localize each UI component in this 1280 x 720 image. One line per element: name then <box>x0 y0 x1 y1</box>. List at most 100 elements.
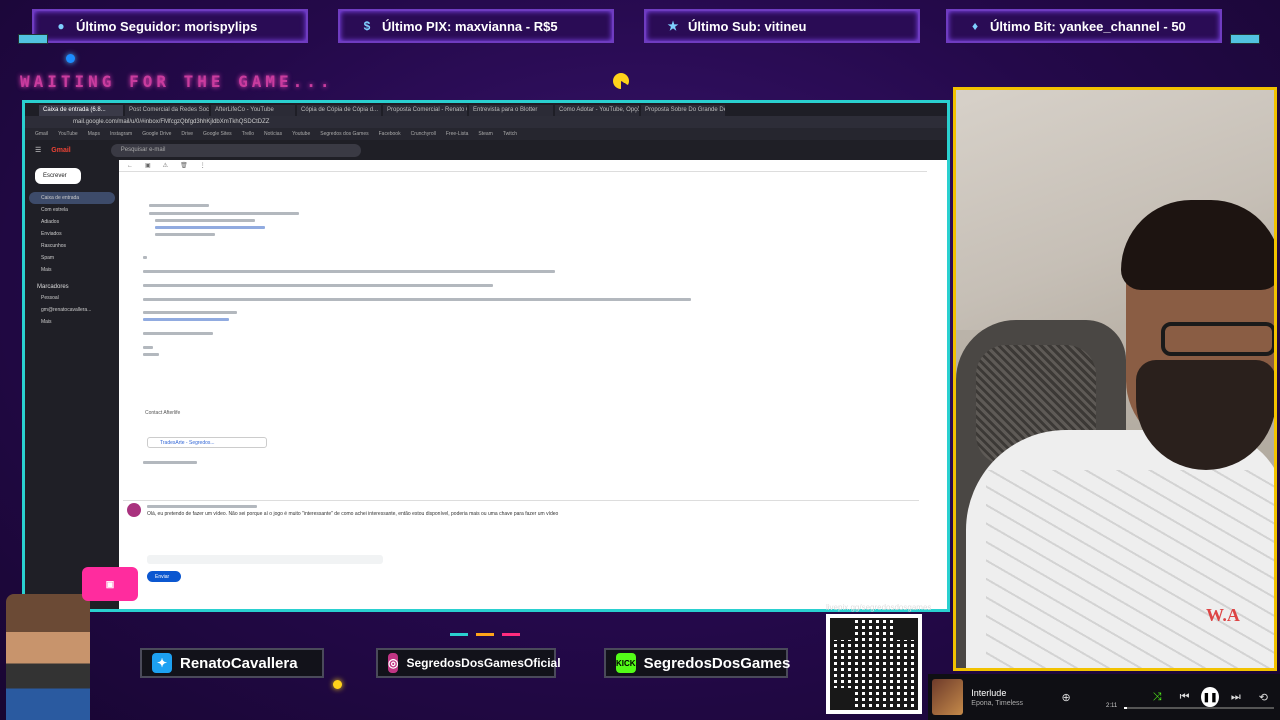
formatting-toolbar[interactable] <box>147 555 383 564</box>
sender-name[interactable]: Contact Afterlife <box>145 410 180 416</box>
track-artist: Epona, Timeless <box>971 699 1024 707</box>
bookmark[interactable]: Steam <box>478 131 492 137</box>
pixel-avatar <box>6 594 90 720</box>
pixel-logo: ▣ <box>82 567 138 601</box>
text-line <box>143 270 555 273</box>
pause-button[interactable]: ❚❚ <box>1201 687 1219 707</box>
reply-body[interactable]: Olá, eu pretendo de fazer um vídeo. Não … <box>147 511 558 517</box>
mail-toolbar: ← ▣ ⚠ 🗑 ⋮ <box>119 160 927 172</box>
next-icon[interactable]: ⏭ <box>1231 691 1241 704</box>
text-line <box>143 298 691 301</box>
bookmark[interactable]: YouTube <box>58 131 78 137</box>
address-bar[interactable]: mail.google.com/mail/u/0/#inbox/FMfcgzQb… <box>25 116 947 128</box>
bookmarks-bar: Gmail YouTube Maps Instagram Google Driv… <box>25 128 947 140</box>
search-input[interactable]: Pesquisar e-mail <box>110 143 361 157</box>
decor-dot <box>66 54 75 63</box>
archive-icon[interactable]: ▣ <box>145 162 151 169</box>
decor-dot <box>333 680 342 689</box>
back-icon[interactable]: ← <box>127 163 133 169</box>
shirt-logo: W.A <box>1206 605 1240 625</box>
delete-icon[interactable]: 🗑 <box>180 162 188 169</box>
sidebar-item-spam[interactable]: Spam <box>29 252 115 264</box>
sidebar-item-inbox[interactable]: Caixa de entrada <box>29 192 115 204</box>
sidebar-item-sent[interactable]: Enviados <box>29 228 115 240</box>
browser-tab[interactable]: Como Adotar - YouTube, Opções <box>555 105 639 116</box>
alert-text: Último PIX: maxvianna - R$5 <box>382 18 558 34</box>
gmail-header: ☰ Gmail Pesquisar e-mail <box>25 140 947 160</box>
compose-button[interactable]: Escrever <box>35 168 81 184</box>
label-item[interactable]: Pessoal <box>29 292 115 304</box>
browser-tab[interactable]: AfterLifeCo - YouTube <box>211 105 295 116</box>
music-player: Interlude Epona, Timeless ⊕ ⤨ ⏮ ❚❚ ⏭ ⟲ 2… <box>928 674 1280 720</box>
browser-tab[interactable]: Post Comercial da Redes Sociais <box>125 105 209 116</box>
bookmark[interactable]: Facebook <box>379 131 401 137</box>
previous-icon[interactable]: ⏮ <box>1180 691 1190 704</box>
repeat-icon[interactable]: ⟲ <box>1259 691 1268 704</box>
report-icon[interactable]: ⚠ <box>163 162 168 169</box>
text-line <box>143 318 229 321</box>
bookmark[interactable]: Segredos dos Games <box>320 131 368 137</box>
album-cover <box>932 679 964 715</box>
social-twitter: ✦ RenatoCavallera <box>140 648 324 678</box>
kick-icon: KICK <box>616 653 636 673</box>
labels-title: Marcadores <box>37 284 69 290</box>
track-title: Interlude <box>971 687 1007 698</box>
sidebar-item-more[interactable]: Mais <box>29 264 115 276</box>
text-line <box>155 226 265 229</box>
text-line <box>143 256 147 259</box>
bookmark[interactable]: Gmail <box>35 131 48 137</box>
bookmark[interactable]: Drive <box>181 131 193 137</box>
gmail-logo[interactable]: Gmail <box>51 147 70 154</box>
add-icon[interactable]: ⊕ <box>1062 691 1071 704</box>
browser-tab[interactable]: Proposta Sobre Do Grande De... <box>641 105 725 116</box>
label-item[interactable]: Mais <box>29 316 115 328</box>
dollar-icon: $ <box>363 19 371 33</box>
browser-tab[interactable]: Entrevista para o Blotter <box>469 105 553 116</box>
bookmark[interactable]: Notícias <box>264 131 282 137</box>
cam-glasses <box>1161 322 1274 356</box>
twitter-icon: ✦ <box>152 653 172 673</box>
text-line <box>143 461 197 464</box>
bookmark[interactable]: Free-Lista <box>446 131 469 137</box>
browser-tab[interactable]: Cópia de Cópia de Cópia d... <box>297 105 381 116</box>
decor-line <box>476 633 494 636</box>
sidebar-item-drafts[interactable]: Rascunhos <box>29 240 115 252</box>
browser-tab[interactable]: Proposta Comercial - Renato C... <box>383 105 467 116</box>
bookmark[interactable]: Youtube <box>292 131 310 137</box>
waiting-title: WAITING FOR THE GAME... <box>20 72 334 91</box>
alert-text: Último Bit: yankee_channel - 50 <box>990 18 1186 34</box>
menu-icon[interactable]: ☰ <box>35 146 41 154</box>
alert-text: Último Seguidor: morispylips <box>76 18 258 34</box>
bookmark[interactable]: Twitch <box>503 131 517 137</box>
bookmark[interactable]: Google Drive <box>142 131 171 137</box>
progress-bar[interactable] <box>1124 707 1274 709</box>
instagram-icon: ◎ <box>388 653 399 673</box>
alert-text: Último Sub: vitineu <box>688 18 807 34</box>
bookmark[interactable]: Trello <box>242 131 254 137</box>
text-line <box>155 219 255 222</box>
browser-tab[interactable]: Caixa de entrada (6.8... <box>39 105 123 116</box>
bookmark[interactable]: Maps <box>88 131 100 137</box>
attachment-chip[interactable]: TradesArte - Segredos... <box>147 437 267 448</box>
shuffle-icon[interactable]: ⤨ <box>1153 691 1162 704</box>
track-time: 2:11 <box>1106 703 1118 709</box>
bookmark[interactable]: Google Sites <box>203 131 232 137</box>
social-handle: SegredosDosGames <box>643 654 791 672</box>
text-line <box>143 332 213 335</box>
bookmark[interactable]: Crunchyroll <box>411 131 436 137</box>
email-thread: ← ▣ ⚠ 🗑 ⋮ Contact Afterlife TradesArte -… <box>119 160 927 609</box>
more-icon[interactable]: ⋮ <box>200 162 206 169</box>
text-line <box>147 505 257 508</box>
qr-url: livepix.gg/segredosdosgames <box>826 603 932 612</box>
alert-last-bit: ♦ Último Bit: yankee_channel - 50 <box>946 9 1222 43</box>
progress-fill <box>1124 707 1127 709</box>
sidebar-item-snoozed[interactable]: Adiados <box>29 216 115 228</box>
gmail-sidebar: Escrever Caixa de entrada Com estrela Ad… <box>25 160 119 609</box>
send-button[interactable]: Enviar <box>147 571 181 582</box>
sidebar-item-starred[interactable]: Com estrela <box>29 204 115 216</box>
track-info: Interlude Epona, Timeless <box>971 688 1049 707</box>
bookmark[interactable]: Instagram <box>110 131 132 137</box>
label-item[interactable]: gm@renatocavallera... <box>29 304 115 316</box>
cam-shirt-pattern <box>986 470 1274 668</box>
diamond-icon: ♦ <box>971 19 979 33</box>
